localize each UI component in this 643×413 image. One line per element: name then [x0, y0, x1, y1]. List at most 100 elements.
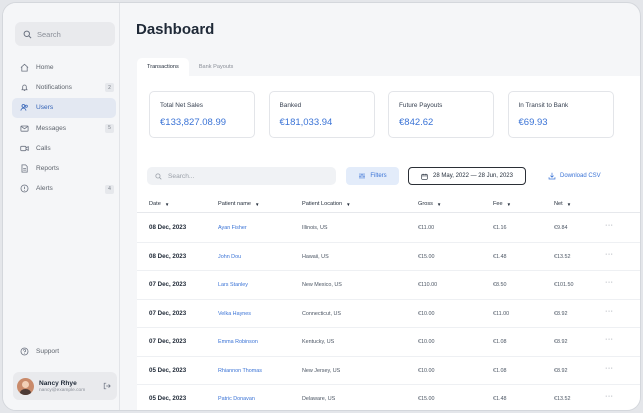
- table-row[interactable]: 08 Dec, 2023 Ayan Fisher Illinois, US €1…: [137, 214, 640, 243]
- sidebar-item-label: Alerts: [36, 185, 53, 193]
- tab-transactions[interactable]: Transactions: [137, 58, 189, 76]
- summary-card-future-payouts: Future Payouts €842.62: [388, 91, 494, 138]
- more-options-icon[interactable]: ···: [605, 393, 614, 400]
- cell-location: New Mexico, US: [302, 282, 342, 288]
- mail-icon: [20, 124, 29, 133]
- sort-caret-icon: ▼: [506, 201, 512, 207]
- sidebar-item-calls[interactable]: Calls: [12, 138, 116, 158]
- summary-card-value: €181,033.94: [279, 117, 333, 128]
- messages-count-badge: 5: [105, 123, 114, 133]
- sidebar-item-home[interactable]: Home: [12, 57, 116, 77]
- cell-location: Illinois, US: [302, 225, 328, 231]
- more-options-icon[interactable]: ···: [605, 222, 614, 229]
- app-window: Search Home Notifications 2 Users Messag…: [2, 2, 641, 411]
- column-header-net[interactable]: Net ▼: [554, 201, 571, 207]
- download-csv-label: Download CSV: [560, 173, 601, 179]
- cell-gross: €10.00: [418, 339, 435, 345]
- summary-card-label: Total Net Sales: [160, 102, 203, 109]
- summary-cards: Total Net Sales €133,827.08.99 Banked €1…: [149, 91, 627, 138]
- cell-location: Connecticut, US: [302, 310, 341, 317]
- sort-caret-icon: ▼: [346, 201, 351, 207]
- support-label: Support: [36, 348, 60, 355]
- cell-date: 07 Dec, 2023: [149, 338, 187, 345]
- table-row[interactable]: 08 Dec, 2023 John Dou Hawaii, US €15.00 …: [137, 243, 640, 271]
- cell-net: €8.92: [554, 310, 568, 317]
- cell-fee: €1.16: [493, 225, 507, 231]
- cell-location: Kentucky, US: [302, 339, 335, 345]
- column-header-patient-name[interactable]: Patient name ▼: [218, 201, 259, 207]
- cell-fee: €8.50: [493, 282, 507, 288]
- sidebar-item-users[interactable]: Users: [12, 97, 116, 118]
- sort-caret-icon: ▼: [164, 201, 170, 207]
- support-link[interactable]: Support: [20, 347, 59, 356]
- cell-fee: €1.48: [493, 396, 507, 402]
- filters-label: Filters: [370, 173, 387, 179]
- video-icon: [20, 144, 29, 153]
- summary-card-value: €69.93: [518, 117, 548, 128]
- transactions-search-input[interactable]: Search...: [147, 167, 336, 185]
- sidebar-item-label: Users: [36, 104, 54, 112]
- more-options-icon[interactable]: ···: [605, 308, 614, 315]
- cell-location: New Jersey, US: [302, 367, 341, 374]
- users-icon: [20, 103, 29, 112]
- logout-icon[interactable]: [103, 377, 111, 390]
- table-row[interactable]: 07 Dec, 2023 Lars Stanley New Mexico, US…: [137, 271, 640, 300]
- more-options-icon[interactable]: ···: [605, 336, 614, 343]
- cell-fee: €11.00: [493, 310, 510, 317]
- column-header-patient-location[interactable]: Patient Location ▼: [302, 201, 351, 207]
- date-range-picker[interactable]: 28 May, 2022 — 28 Jun, 2023: [408, 167, 526, 185]
- cell-patient-name[interactable]: Emma Robinson: [218, 339, 258, 345]
- page-title: Dashboard: [136, 21, 215, 38]
- cell-fee: €1.08: [493, 339, 507, 345]
- table-toolbar: Search... Filters 28 May, 2022 — 28 Jun,…: [137, 167, 640, 187]
- cell-gross: €11.00: [418, 225, 435, 231]
- sidebar-item-label: Calls: [36, 144, 51, 152]
- cell-patient-name[interactable]: Velka Haynes: [218, 311, 251, 317]
- sort-caret-icon: ▼: [254, 201, 260, 207]
- more-options-icon[interactable]: ···: [605, 251, 614, 258]
- column-header-fee[interactable]: Fee ▼: [493, 201, 511, 207]
- summary-card-label: In Transit to Bank: [518, 102, 569, 109]
- filters-button[interactable]: Filters: [346, 167, 399, 185]
- cell-gross: €10.00: [418, 367, 435, 374]
- search-icon: [23, 30, 32, 38]
- column-header-gross[interactable]: Gross ▼: [418, 201, 441, 207]
- table-row[interactable]: 07 Dec, 2023 Velka Haynes Connecticut, U…: [137, 300, 640, 328]
- more-options-icon[interactable]: ···: [605, 365, 614, 372]
- cell-patient-name[interactable]: John Dou: [218, 254, 241, 260]
- table-row[interactable]: 05 Dec, 2023 Patric Donavan Delaware, US…: [137, 385, 640, 410]
- summary-card-label: Banked: [279, 102, 302, 109]
- tab-bank-payouts[interactable]: Bank Payouts: [189, 58, 244, 76]
- sidebar-search-input[interactable]: Search: [15, 22, 115, 46]
- column-header-date[interactable]: Date ▼: [149, 201, 169, 207]
- table-header: Date ▼ Patient name ▼ Patient Location ▼ Gr…: [137, 199, 640, 213]
- sidebar-item-messages[interactable]: Messages 5: [12, 118, 116, 138]
- cell-fee: €1.48: [493, 253, 507, 260]
- summary-card-label: Future Payouts: [399, 102, 443, 109]
- cell-patient-name[interactable]: Lars Stanley: [218, 282, 248, 288]
- download-csv-button[interactable]: Download CSV: [548, 167, 601, 185]
- cell-net: €101.50: [554, 282, 574, 288]
- summary-card-value: €842.62: [399, 117, 434, 128]
- user-name: Nancy Rhye: [39, 379, 77, 387]
- more-options-icon[interactable]: ···: [605, 279, 614, 286]
- avatar: [17, 377, 34, 395]
- cell-net: €13.52: [554, 253, 571, 260]
- cell-date: 05 Dec, 2023: [149, 395, 187, 402]
- sidebar-item-notifications[interactable]: Notifications 2: [12, 77, 116, 97]
- cell-patient-name[interactable]: Rhiannon Thomas: [218, 368, 262, 374]
- cell-patient-name[interactable]: Ayan Fisher: [218, 225, 247, 231]
- cell-net: €8.92: [554, 339, 568, 345]
- sidebar-item-alerts[interactable]: Alerts 4: [12, 179, 116, 199]
- cell-gross: €15.00: [418, 396, 435, 402]
- summary-card-total-net-sales: Total Net Sales €133,827.08.99: [149, 91, 255, 138]
- cell-date: 08 Dec, 2023: [149, 224, 187, 231]
- sidebar-item-reports[interactable]: Reports: [12, 158, 116, 178]
- cell-net: €13.52: [554, 396, 571, 402]
- table-row[interactable]: 07 Dec, 2023 Emma Robinson Kentucky, US …: [137, 328, 640, 357]
- sort-caret-icon: ▼: [566, 201, 572, 207]
- table-row[interactable]: 05 Dec, 2023 Rhiannon Thomas New Jersey,…: [137, 357, 640, 385]
- sliders-icon: [359, 173, 366, 179]
- user-profile-card[interactable]: Nancy Rhye nancy@example.com: [13, 372, 117, 400]
- cell-patient-name[interactable]: Patric Donavan: [218, 396, 255, 402]
